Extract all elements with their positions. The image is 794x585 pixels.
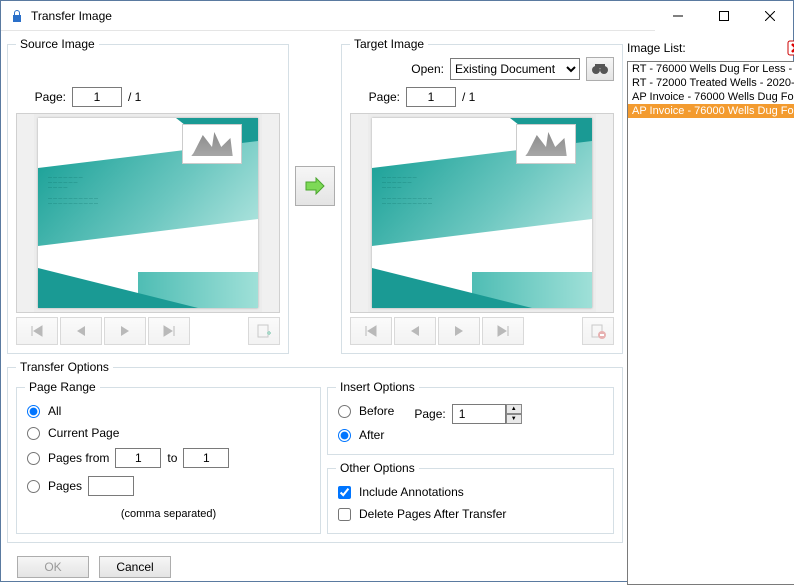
other-options-panel: Other Options Include Annotations Delete…	[327, 461, 614, 534]
transfer-options-panel: Transfer Options Page Range All Current …	[7, 360, 623, 543]
other-options-legend: Other Options	[336, 461, 419, 475]
transfer-options-legend: Transfer Options	[16, 360, 113, 374]
minimize-button[interactable]	[655, 1, 701, 31]
target-image-panel: Target Image Open: Existing Document Pag…	[341, 37, 623, 354]
insert-options-legend: Insert Options	[336, 380, 419, 394]
close-button[interactable]	[747, 1, 793, 31]
source-first-page-button[interactable]	[16, 317, 58, 345]
source-legend: Source Image	[16, 37, 99, 51]
source-add-page-button[interactable]	[248, 317, 280, 345]
source-next-page-button[interactable]	[104, 317, 146, 345]
target-document-thumbnail: INVOICE — — — — — — —— — — — — —— — — ——…	[372, 118, 592, 308]
radio-pages-from[interactable]	[27, 452, 40, 465]
target-next-page-button[interactable]	[438, 317, 480, 345]
source-page-label: Page:	[16, 90, 66, 104]
checkbox-include-annotations[interactable]	[338, 486, 351, 499]
target-first-page-button[interactable]	[350, 317, 392, 345]
source-document-thumbnail: INVOICE — — — — — — —— — — — — —— — — ——…	[38, 118, 258, 308]
pages-to-input[interactable]	[183, 448, 229, 468]
browse-button[interactable]	[586, 57, 614, 81]
titlebar: Transfer Image	[1, 1, 793, 31]
checkbox-delete-after[interactable]	[338, 508, 351, 521]
source-last-page-button[interactable]	[148, 317, 190, 345]
insert-page-label: Page:	[414, 407, 445, 421]
image-list-item[interactable]: AP Invoice - 76000 Wells Dug For I	[628, 90, 794, 104]
spin-down-button[interactable]: ▼	[506, 414, 522, 424]
radio-before[interactable]	[338, 405, 351, 418]
radio-after[interactable]	[338, 429, 351, 442]
lock-icon	[9, 8, 25, 24]
target-last-page-button[interactable]	[482, 317, 524, 345]
source-prev-page-button[interactable]	[60, 317, 102, 345]
image-list-item[interactable]: RT - 76000 Wells Dug For Less - 20	[628, 62, 794, 76]
source-preview: INVOICE — — — — — — —— — — — — —— — — ——…	[16, 113, 280, 313]
source-image-panel: Source Image Page: / 1 INVOICE — —	[7, 37, 289, 354]
scrollbar-left[interactable]	[17, 114, 34, 312]
pages-from-input[interactable]	[115, 448, 161, 468]
page-range-panel: Page Range All Current Page Pages from t…	[16, 380, 321, 534]
pages-list-input[interactable]	[88, 476, 134, 496]
source-page-total: / 1	[128, 90, 141, 104]
image-list[interactable]: RT - 76000 Wells Dug For Less - 20RT - 7…	[627, 61, 794, 585]
radio-pages[interactable]	[27, 480, 40, 493]
target-preview: INVOICE — — — — — — —— — — — — —— — — ——…	[350, 113, 614, 313]
scrollbar-left[interactable]	[351, 114, 368, 312]
cancel-button[interactable]: Cancel	[99, 556, 171, 578]
open-label: Open:	[411, 62, 444, 76]
image-list-item[interactable]: RT - 72000 Treated Wells - 2020-P	[628, 76, 794, 90]
target-legend: Target Image	[350, 37, 428, 51]
open-select[interactable]: Existing Document	[450, 58, 580, 80]
radio-all[interactable]	[27, 405, 40, 418]
maximize-button[interactable]	[701, 1, 747, 31]
target-page-label: Page:	[350, 90, 400, 104]
comma-separated-hint: (comma separated)	[27, 508, 310, 520]
window-title: Transfer Image	[31, 9, 655, 23]
insert-options-panel: Insert Options Before After Page:	[327, 380, 614, 455]
transfer-arrow-button[interactable]	[295, 166, 335, 206]
radio-current[interactable]	[27, 427, 40, 440]
ok-button[interactable]: OK	[17, 556, 89, 578]
scrollbar-right[interactable]	[596, 114, 613, 312]
source-page-input[interactable]	[72, 87, 122, 107]
image-list-item[interactable]: AP Invoice - 76000 Wells Dug For I	[628, 104, 794, 118]
target-prev-page-button[interactable]	[394, 317, 436, 345]
image-list-close-button[interactable]	[785, 39, 794, 58]
target-page-total: / 1	[462, 90, 475, 104]
image-list-label: Image List:	[627, 41, 686, 55]
target-page-input[interactable]	[406, 87, 456, 107]
transfer-image-window: Transfer Image Source Image Page: / 1	[0, 0, 794, 582]
target-delete-page-button[interactable]	[582, 317, 614, 345]
spin-up-button[interactable]: ▲	[506, 404, 522, 414]
scrollbar-right[interactable]	[262, 114, 279, 312]
page-range-legend: Page Range	[25, 380, 100, 394]
insert-page-input[interactable]	[452, 404, 506, 424]
